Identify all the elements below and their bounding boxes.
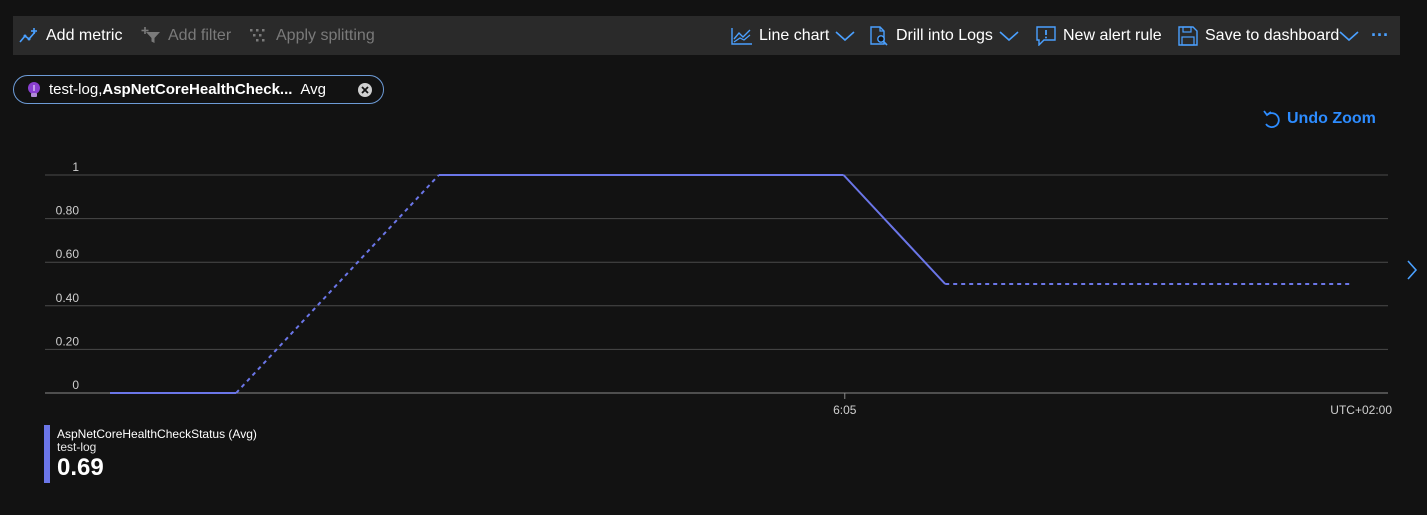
next-panel-arrow[interactable] xyxy=(1404,258,1420,282)
apply-splitting-label: Apply splitting xyxy=(276,26,375,44)
line-chart-icon xyxy=(731,27,752,45)
apply-splitting-icon xyxy=(250,28,265,41)
new-alert-rule-button[interactable]: New alert rule xyxy=(1035,16,1162,55)
chart-toolbar: Add metric Add filter Apply splitting Li… xyxy=(13,16,1400,55)
series-line-segment xyxy=(235,174,440,394)
x-tick-label: 6:05 xyxy=(833,403,857,417)
add-filter-label: Add filter xyxy=(168,26,232,44)
save-to-dashboard-label: Save to dashboard xyxy=(1205,26,1340,44)
legend-resource: test-log xyxy=(57,440,97,454)
series-line-segment xyxy=(842,174,946,285)
y-tick-label: 0.20 xyxy=(56,334,80,348)
y-tick-label: 0 xyxy=(72,378,79,392)
chevron-right-icon xyxy=(1407,260,1418,280)
legend-metric-name: AspNetCoreHealthCheckStatus (Avg) xyxy=(57,427,257,441)
new-alert-rule-label: New alert rule xyxy=(1063,26,1162,44)
logs-document-icon xyxy=(870,25,888,46)
pill-metric: AspNetCoreHealthCheck... xyxy=(102,81,293,98)
alert-icon xyxy=(1036,25,1056,46)
more-icon: ··· xyxy=(1371,25,1389,45)
pill-resource: test-log, xyxy=(49,81,103,98)
add-metric-icon xyxy=(19,27,37,43)
line-chart[interactable]: 1 0.80 0.60 0.40 0.20 0 6:05 UTC+02:00 xyxy=(0,150,1427,420)
chart-legend[interactable]: AspNetCoreHealthCheckStatus (Avg) test-l… xyxy=(44,425,257,483)
timezone-label: UTC+02:00 xyxy=(1330,403,1392,417)
undo-zoom-label: Undo Zoom xyxy=(1287,110,1376,127)
line-chart-button[interactable]: Line chart xyxy=(731,16,855,55)
apply-splitting-button[interactable]: Apply splitting xyxy=(248,16,375,55)
drill-into-logs-label: Drill into Logs xyxy=(896,26,993,44)
chevron-down-icon xyxy=(835,30,855,41)
lightbulb-icon xyxy=(28,81,40,97)
y-tick-label: 1 xyxy=(72,160,79,174)
undo-zoom-button[interactable]: Undo Zoom xyxy=(1262,108,1376,130)
line-chart-label: Line chart xyxy=(759,26,830,44)
y-tick-label: 0.60 xyxy=(56,247,80,261)
metric-pill[interactable]: test-log, AspNetCoreHealthCheck... Avg xyxy=(13,75,384,104)
y-tick-label: 0.40 xyxy=(56,291,80,305)
more-options-button[interactable]: ··· xyxy=(1371,16,1389,55)
save-icon xyxy=(1178,25,1198,46)
undo-icon xyxy=(1263,110,1280,128)
chevron-down-icon xyxy=(1339,30,1359,41)
add-metric-button[interactable]: Add metric xyxy=(18,16,122,55)
drill-into-logs-button[interactable]: Drill into Logs xyxy=(868,16,1019,55)
add-filter-icon xyxy=(141,26,160,43)
add-filter-button[interactable]: Add filter xyxy=(140,16,231,55)
save-to-dashboard-button[interactable]: Save to dashboard xyxy=(1177,16,1359,55)
y-tick-label: 0.80 xyxy=(56,204,80,218)
legend-value: 0.69 xyxy=(57,454,104,481)
remove-metric-icon[interactable] xyxy=(358,83,372,97)
add-metric-label: Add metric xyxy=(46,26,123,44)
chevron-down-icon xyxy=(999,30,1019,41)
pill-aggregation: Avg xyxy=(300,81,326,98)
